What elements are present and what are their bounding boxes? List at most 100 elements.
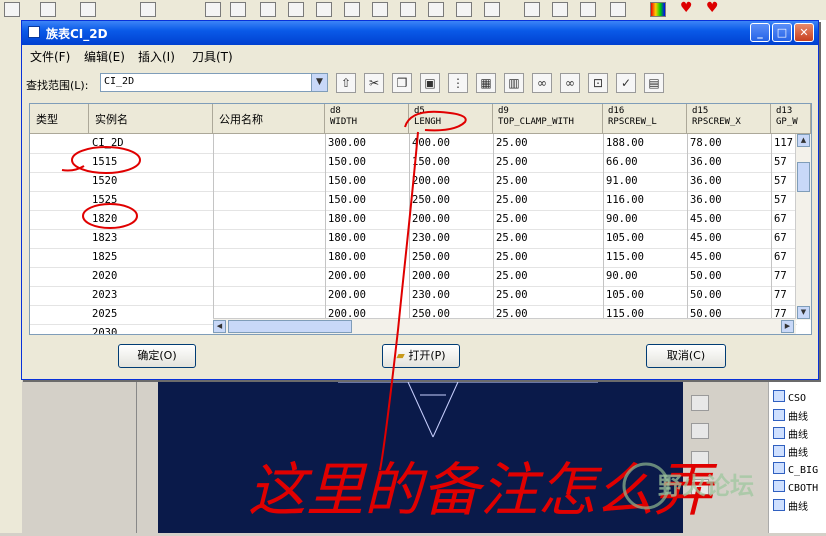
table-cell[interactable]: 250.00: [412, 251, 450, 263]
column-header[interactable]: d8 WIDTH: [325, 104, 409, 134]
table-cell[interactable]: 200.00: [328, 270, 366, 282]
table-row[interactable]: 1823 180.00 230.00 25.00 105.00 45.00 67: [30, 229, 797, 249]
menu-file[interactable]: 文件(F): [30, 48, 70, 65]
chevron-down-icon[interactable]: ▼: [311, 74, 327, 91]
table-row[interactable]: 2023 200.00 230.00 25.00 105.00 50.00 77: [30, 286, 797, 306]
table-cell[interactable]: 36.00: [690, 175, 722, 187]
toolbar-icon[interactable]: [288, 2, 304, 17]
tree-item[interactable]: CSO: [773, 390, 806, 404]
table-cell[interactable]: 45.00: [690, 213, 722, 225]
title-bar[interactable]: 族表CI_2D _ □ ✕: [22, 21, 818, 45]
table-cell[interactable]: 150.00: [328, 175, 366, 187]
table-cell[interactable]: 250.00: [412, 194, 450, 206]
table-cell[interactable]: 25.00: [496, 175, 528, 187]
table-cell[interactable]: 2023: [92, 289, 117, 301]
toolbar-icon[interactable]: [80, 2, 96, 17]
table-cell[interactable]: 180.00: [328, 232, 366, 244]
column-header[interactable]: d16 RPSCREW_L: [603, 104, 687, 134]
find-scope-select[interactable]: CI_2D ▼: [100, 73, 328, 92]
table-cell[interactable]: 66.00: [606, 156, 638, 168]
vertical-scrollbar[interactable]: ▲ ▼: [795, 134, 811, 320]
toolbar-icon[interactable]: [428, 2, 444, 17]
table-cell[interactable]: 91.00: [606, 175, 638, 187]
table-cell[interactable]: 67: [774, 232, 787, 244]
column-header[interactable]: 公用名称: [213, 104, 325, 134]
table-cell[interactable]: 105.00: [606, 289, 644, 301]
table-cell[interactable]: 25.00: [496, 213, 528, 225]
table-cell[interactable]: 400.00: [412, 137, 450, 149]
scroll-thumb[interactable]: [228, 320, 352, 333]
table-cell[interactable]: 36.00: [690, 156, 722, 168]
table-cell[interactable]: 180.00: [328, 251, 366, 263]
table-cell[interactable]: 25.00: [496, 270, 528, 282]
cut-icon[interactable]: ✂: [364, 73, 384, 93]
table-row[interactable]: 1820 180.00 200.00 25.00 90.00 45.00 67: [30, 210, 797, 230]
toolbar-icon[interactable]: [610, 2, 626, 17]
table-cell[interactable]: 25.00: [496, 137, 528, 149]
table-row[interactable]: 1525 150.00 250.00 25.00 116.00 36.00 57: [30, 191, 797, 211]
toolbar-icon[interactable]: [140, 2, 156, 17]
table-cell[interactable]: 2030: [92, 327, 117, 334]
table-cell[interactable]: 1525: [92, 194, 117, 206]
scroll-down-arrow[interactable]: ▼: [797, 306, 810, 319]
cancel-button[interactable]: 取消(C): [646, 344, 726, 368]
table-cell[interactable]: 200.00: [412, 175, 450, 187]
table-cell[interactable]: 57: [774, 156, 787, 168]
copy-icon[interactable]: ❐: [392, 73, 412, 93]
toolbar-icon[interactable]: [344, 2, 360, 17]
table-cell[interactable]: 57: [774, 194, 787, 206]
table-icon[interactable]: ▦: [476, 73, 496, 93]
table-cell[interactable]: 115.00: [606, 251, 644, 263]
scroll-left-arrow[interactable]: ◀: [213, 320, 226, 333]
toolbar-icon[interactable]: [316, 2, 332, 17]
table-cell[interactable]: 45.00: [690, 251, 722, 263]
toolbar-icon[interactable]: [484, 2, 500, 17]
horizontal-scrollbar[interactable]: ◀ ▶: [213, 318, 796, 334]
close-button[interactable]: ✕: [794, 23, 814, 42]
table-cell[interactable]: 150.00: [328, 156, 366, 168]
toolbar-icon[interactable]: [4, 2, 20, 17]
table-cell[interactable]: 25.00: [496, 251, 528, 263]
table-cell[interactable]: 45.00: [690, 232, 722, 244]
minimize-button[interactable]: _: [750, 23, 770, 42]
binoculars-icon[interactable]: ∞: [532, 73, 552, 93]
table-cell[interactable]: 25.00: [496, 289, 528, 301]
table-cell[interactable]: 200.00: [412, 213, 450, 225]
verify-icon[interactable]: ✓: [616, 73, 636, 93]
toolbar-icon[interactable]: [524, 2, 540, 17]
ok-button[interactable]: 确定(O): [118, 344, 196, 368]
table-cell[interactable]: 1515: [92, 156, 117, 168]
table-cell[interactable]: CI_2D: [92, 137, 124, 149]
table-cell[interactable]: 2020: [92, 270, 117, 282]
table-cell[interactable]: 78.00: [690, 137, 722, 149]
table-row[interactable]: 2020 200.00 200.00 25.00 90.00 50.00 77: [30, 267, 797, 287]
table-cell[interactable]: 25.00: [496, 156, 528, 168]
family-table-grid[interactable]: 类型 实例名 公用名称 d8 WIDTH d5 LENGH d9 TOP_CLAMP_…: [29, 103, 812, 335]
model-canvas[interactable]: [158, 377, 683, 533]
table-cell[interactable]: 50.00: [690, 270, 722, 282]
toolbar-icon[interactable]: [40, 2, 56, 17]
scroll-up-arrow[interactable]: ▲: [797, 134, 810, 147]
table-cell[interactable]: 25.00: [496, 194, 528, 206]
table-cell[interactable]: 230.00: [412, 232, 450, 244]
table-cell[interactable]: 188.00: [606, 137, 644, 149]
open-button[interactable]: ▰ 打开(P): [382, 344, 460, 368]
toolbar-icon[interactable]: [552, 2, 568, 17]
toolbar-icon[interactable]: [372, 2, 388, 17]
table-cell[interactable]: 67: [774, 251, 787, 263]
table-cell[interactable]: 36.00: [690, 194, 722, 206]
tree-item[interactable]: 曲线: [773, 408, 808, 423]
toolbar-icon[interactable]: [400, 2, 416, 17]
table-cell[interactable]: 25.00: [496, 232, 528, 244]
table-cell[interactable]: 105.00: [606, 232, 644, 244]
table-row[interactable]: 1520 150.00 200.00 25.00 91.00 36.00 57: [30, 172, 797, 192]
scroll-thumb[interactable]: [797, 162, 810, 192]
table-row[interactable]: 1825 180.00 250.00 25.00 115.00 45.00 67: [30, 248, 797, 268]
table-cell[interactable]: 150.00: [328, 194, 366, 206]
table-cell[interactable]: 77: [774, 289, 787, 301]
table-cell[interactable]: 50.00: [690, 289, 722, 301]
table-cell[interactable]: 1820: [92, 213, 117, 225]
row-icon[interactable]: ⋮: [448, 73, 468, 93]
column-header[interactable]: d5 LENGH: [409, 104, 493, 134]
menu-edit[interactable]: 编辑(E): [84, 48, 125, 65]
